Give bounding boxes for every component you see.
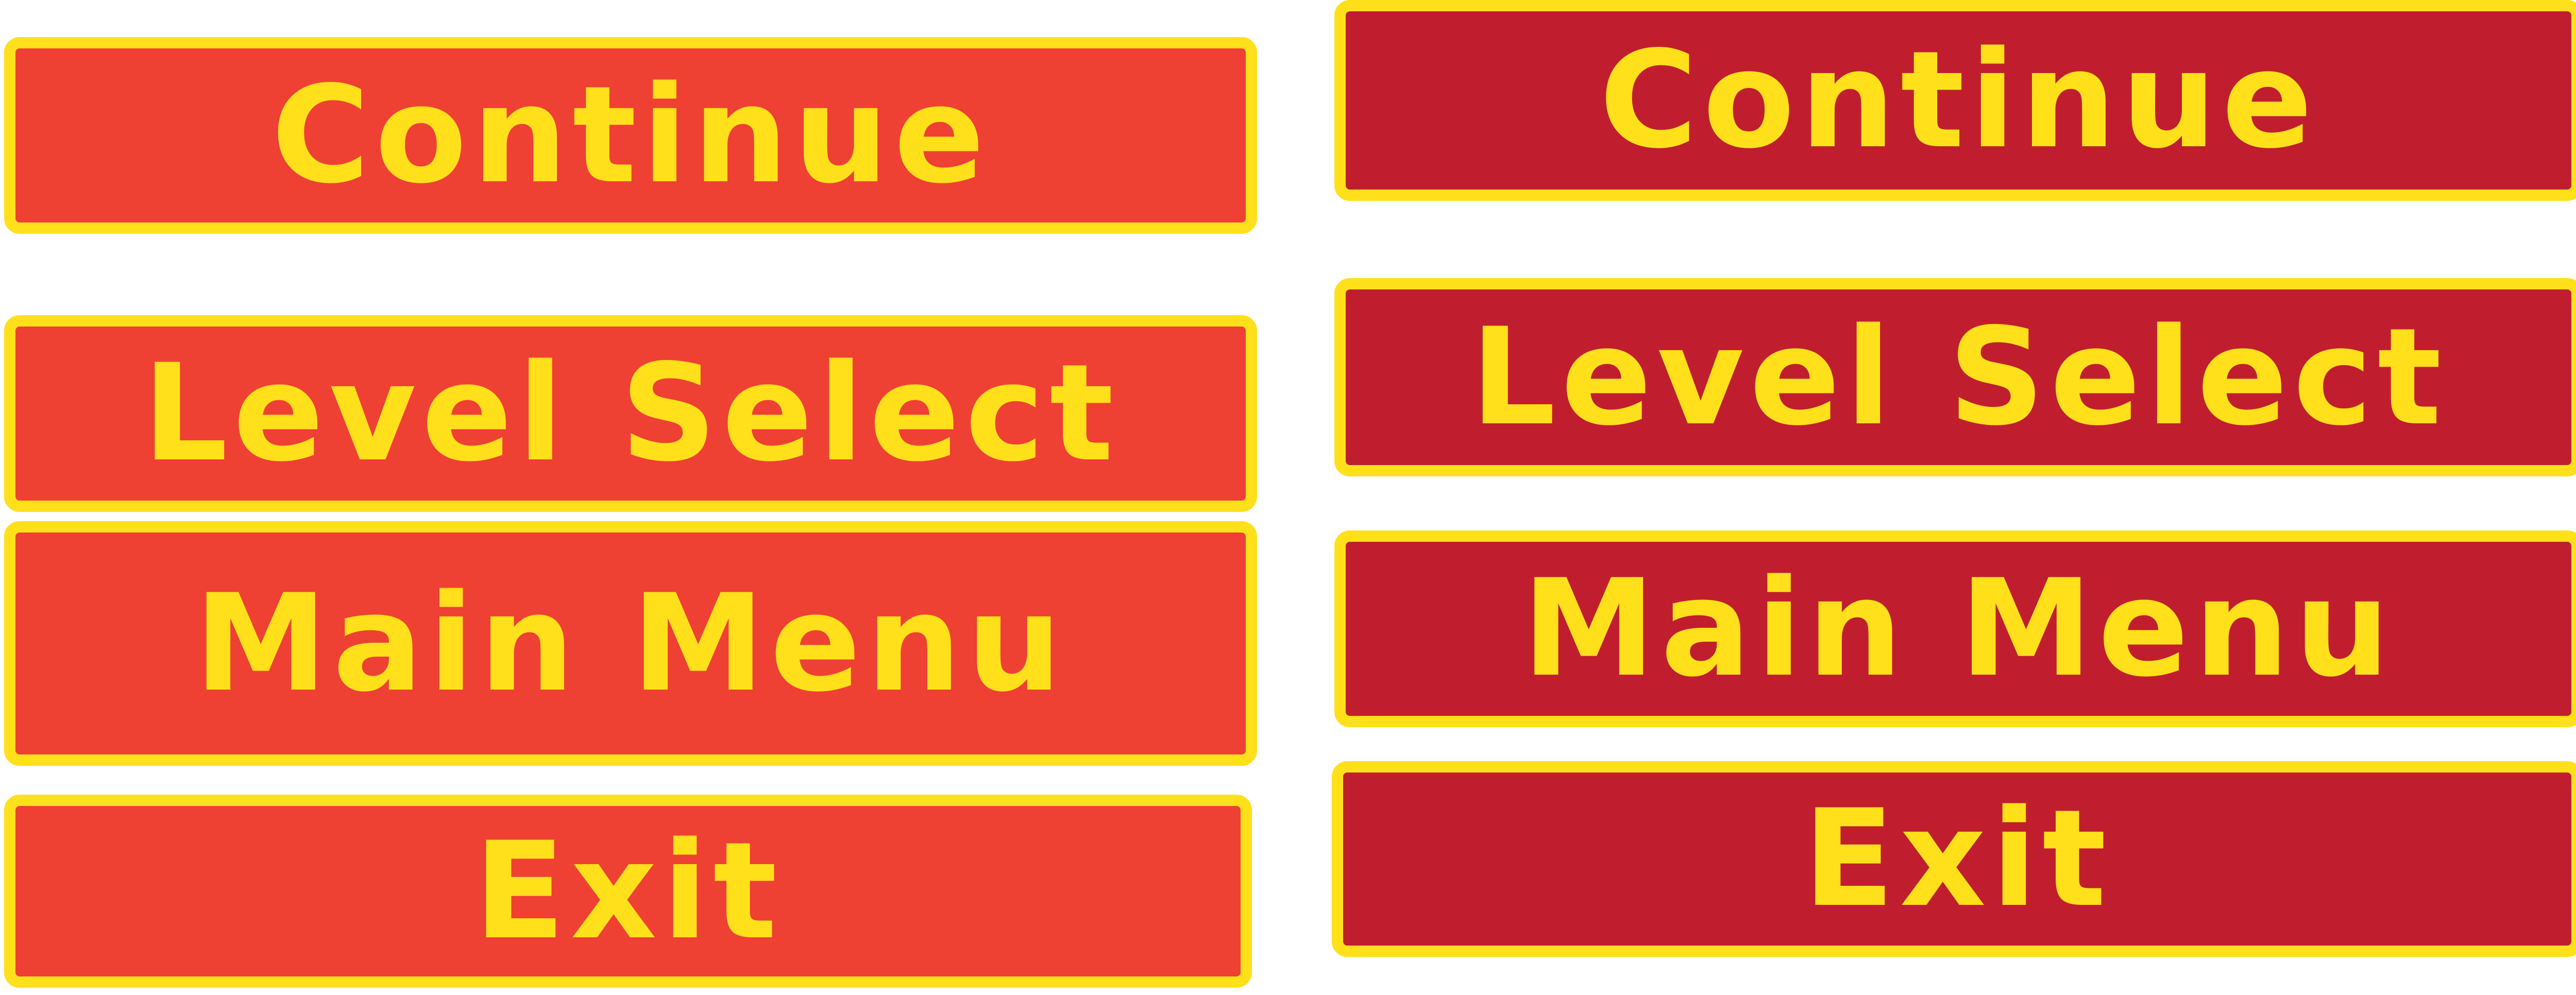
main-menu-button-hover-label: Main Menu [1522,551,2395,707]
level-select-button[interactable]: Level Select [4,315,1257,512]
level-select-button-label: Level Select [142,336,1119,491]
continue-button[interactable]: Continue [4,37,1257,234]
level-select-button-hover[interactable]: Level Select [1334,278,2576,476]
main-menu-button-hover[interactable]: Main Menu [1334,530,2576,727]
continue-button-hover-label: Continue [1599,23,2318,178]
exit-button-hover[interactable]: Exit [1332,761,2576,957]
exit-button[interactable]: Exit [4,795,1252,988]
exit-button-hover-label: Exit [1803,781,2112,937]
main-menu-button-label: Main Menu [194,565,1067,722]
exit-button-label: Exit [473,813,783,969]
level-select-button-hover-label: Level Select [1470,299,2447,455]
continue-button-hover[interactable]: Continue [1334,0,2576,201]
main-menu-button[interactable]: Main Menu [4,521,1257,766]
continue-button-label: Continue [271,58,990,213]
